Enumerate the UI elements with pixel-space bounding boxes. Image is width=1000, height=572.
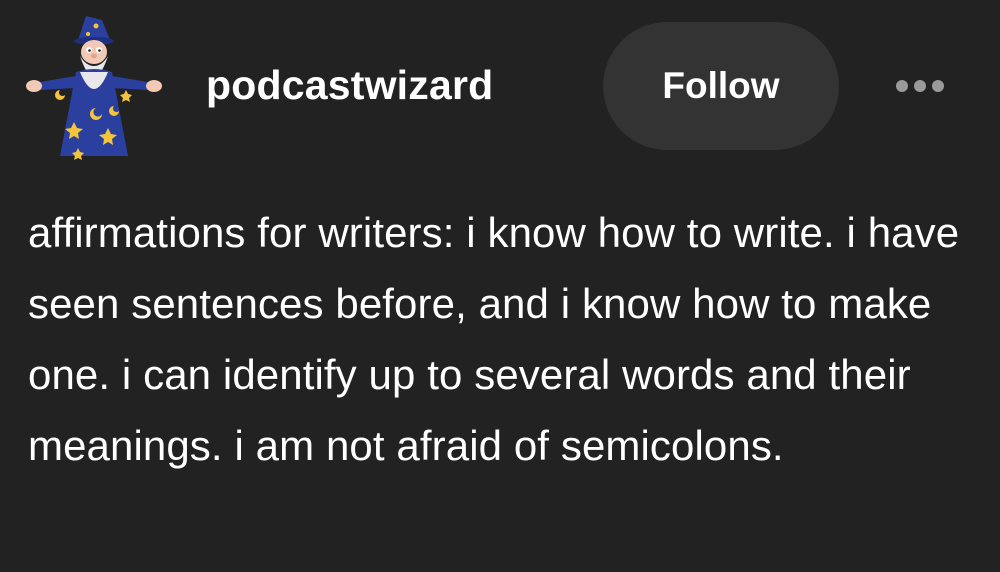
post-card: podcastwizard Follow affirmations for wr… [0, 0, 1000, 572]
ellipsis-icon [932, 80, 944, 92]
ellipsis-icon [896, 80, 908, 92]
wizard-avatar-icon [26, 16, 162, 160]
more-options-button[interactable] [880, 68, 960, 104]
ellipsis-icon [914, 80, 926, 92]
post-body-text: affirmations for writers: i know how to … [28, 209, 960, 469]
avatar[interactable] [18, 10, 170, 162]
username[interactable]: podcastwizard [206, 62, 493, 109]
follow-button[interactable]: Follow [603, 22, 839, 150]
post-header: podcastwizard Follow [0, 0, 1000, 170]
